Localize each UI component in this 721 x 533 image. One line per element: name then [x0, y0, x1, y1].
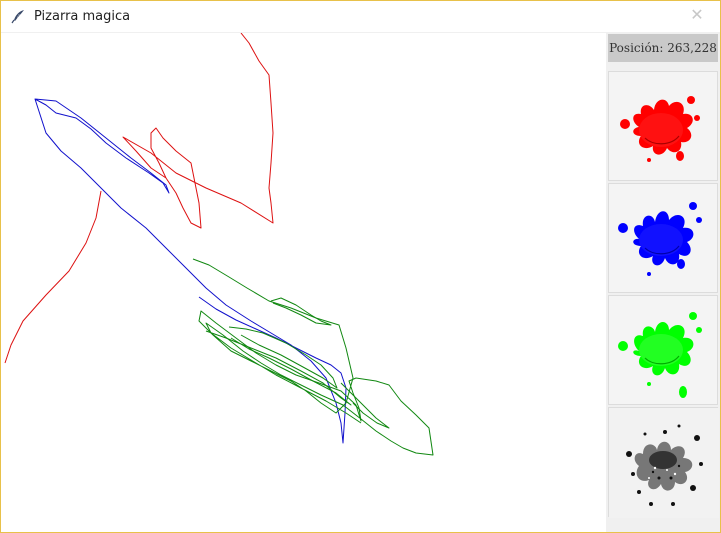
- blue-splat-icon: [618, 202, 702, 276]
- window-title: Pizarra magica: [34, 9, 131, 24]
- green-splat-icon: [618, 312, 702, 398]
- feather-icon: [11, 8, 27, 24]
- blue-paint-button[interactable]: [608, 183, 718, 293]
- drawing-canvas[interactable]: [1, 33, 606, 532]
- position-readout: Posición: 263,228: [608, 34, 718, 62]
- eraser-paint-button[interactable]: [608, 407, 719, 518]
- green-paint-button[interactable]: [608, 295, 718, 405]
- color-palette-panel: Posición: 263,228: [606, 33, 720, 532]
- drawn-stroke: [34, 98, 347, 444]
- title-bar: Pizarra magica ✕: [1, 1, 720, 33]
- red-splat-icon: [620, 96, 700, 162]
- main-window: Pizarra magica ✕ Posición: 263,228: [0, 0, 721, 533]
- black-splat-icon: [609, 408, 719, 518]
- drawn-stroke: [205, 330, 352, 406]
- drawn-stroke: [4, 190, 102, 364]
- red-paint-button[interactable]: [608, 71, 718, 181]
- drawn-stroke: [340, 382, 390, 429]
- drawn-stroke: [122, 33, 274, 229]
- close-button[interactable]: ✕: [688, 6, 706, 24]
